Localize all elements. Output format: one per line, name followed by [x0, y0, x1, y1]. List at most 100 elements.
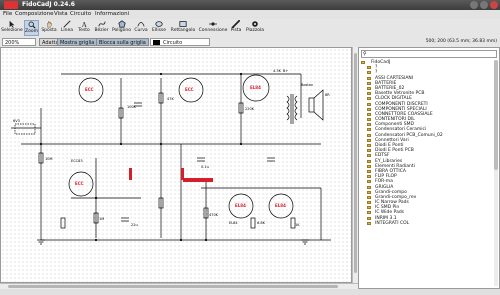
layer-color-swatch — [153, 40, 160, 45]
window-title: FidoCadJ 0.24.6 — [22, 1, 75, 8]
folder-icon — [367, 149, 371, 153]
curve-icon — [137, 22, 145, 27]
menu-composizione[interactable]: Composizione — [15, 10, 53, 19]
tool-linea[interactable]: Linea — [59, 20, 75, 36]
folder-icon — [367, 97, 371, 101]
tool-pista[interactable]: Pista — [229, 20, 243, 36]
tool-bezier[interactable]: Bézier — [93, 20, 110, 36]
library-panel: ⚲ FidoCadJ ?? ASSI CARTESIANI BATTERIE BATT… — [358, 47, 500, 289]
toolbar: Selezione Zoom Sposta Linea A Testo Bézi… — [0, 19, 500, 38]
zoom-select[interactable]: 200% — [2, 38, 36, 46]
svg-text:EL84: EL84 — [250, 85, 261, 90]
svg-text:ECC: ECC — [185, 87, 194, 92]
tool-connessione[interactable]: Connessione — [198, 20, 228, 36]
menu-informazioni[interactable]: Informazioni — [95, 10, 129, 19]
library-scroll-thumb[interactable] — [494, 60, 498, 170]
svg-text:6V3: 6V3 — [13, 119, 20, 123]
tool-poligono[interactable]: Poligono — [111, 20, 132, 36]
library-item[interactable]: INTEGRATI COL — [361, 221, 491, 226]
tool-ellisse[interactable]: Ellisse — [150, 20, 168, 36]
menu-circuito[interactable]: Circuito — [70, 10, 91, 19]
drawing-canvas[interactable]: ECC ECC EL84 ECC EL84 EL84 B+ Boston 4.3… — [0, 47, 352, 283]
folder-icon — [367, 180, 371, 184]
menu-bar: File Composizione Vista Circuito Informa… — [0, 10, 500, 19]
folder-icon — [367, 138, 371, 142]
ellipse-icon — [155, 21, 163, 27]
folder-icon — [361, 61, 365, 64]
folder-icon — [367, 102, 371, 106]
folder-icon — [367, 112, 371, 116]
tool-zoom[interactable]: Zoom — [24, 20, 39, 36]
folder-icon — [367, 159, 371, 163]
folder-icon — [367, 92, 371, 96]
svg-text:47K: 47K — [167, 97, 174, 101]
canvas-vertical-scroll-thumb[interactable] — [354, 53, 357, 273]
bezier-icon — [97, 21, 106, 27]
tool-selezione[interactable]: Selezione — [1, 20, 23, 36]
polygon-icon — [117, 20, 126, 28]
library-search-input[interactable]: ⚲ — [361, 50, 497, 58]
svg-text:ECC83: ECC83 — [71, 159, 83, 163]
folder-icon — [367, 76, 371, 80]
text-icon: A — [82, 21, 88, 28]
tool-piazzola[interactable]: Piazzola — [244, 20, 266, 36]
menu-file[interactable]: File — [3, 10, 12, 19]
folder-icon — [367, 195, 371, 199]
svg-text:EL84: EL84 — [275, 203, 286, 208]
folder-icon — [367, 201, 371, 205]
minimize-button[interactable] — [470, 1, 478, 9]
tool-curva[interactable]: Curva — [133, 20, 149, 36]
folder-icon — [367, 144, 371, 147]
show-grid-toggle[interactable]: Mostra griglia — [57, 38, 98, 46]
zoom-icon — [28, 21, 36, 29]
folder-icon — [367, 216, 371, 220]
tool-sposta[interactable]: Sposta — [40, 20, 58, 36]
svg-text:6.8K: 6.8K — [257, 221, 266, 225]
snap-grid-toggle[interactable]: Blocca sulla griglia — [96, 38, 149, 46]
folder-icon — [367, 169, 371, 173]
svg-text:1M: 1M — [99, 217, 104, 221]
folder-icon — [367, 175, 371, 179]
svg-text:EL84: EL84 — [229, 221, 238, 225]
svg-text:Boston: Boston — [301, 83, 313, 87]
folder-icon — [367, 118, 371, 122]
tool-rettangolo[interactable]: Rettangolo — [169, 20, 197, 36]
svg-text:470K: 470K — [209, 213, 219, 217]
svg-text:22u: 22u — [131, 223, 138, 227]
folder-icon — [367, 66, 371, 70]
folder-icon — [367, 133, 371, 137]
svg-text:0.1u: 0.1u — [201, 165, 209, 169]
maximize-button[interactable] — [480, 1, 488, 9]
status-bar — [0, 289, 500, 295]
library-scrollbar[interactable] — [494, 60, 498, 286]
svg-text:ECC: ECC — [75, 181, 84, 186]
coordinates-readout: 500; 200 (63.5 mm; 36.83 mm) — [358, 37, 500, 47]
folder-icon — [367, 123, 371, 127]
layer-select[interactable]: Circuito — [150, 38, 210, 46]
tool-testo[interactable]: A Testo — [76, 20, 92, 36]
folder-icon — [367, 211, 371, 215]
hand-icon — [47, 21, 52, 28]
canvas-horizontal-scroll-thumb[interactable] — [8, 285, 338, 288]
arrow-icon — [9, 20, 15, 28]
folder-icon — [367, 154, 371, 158]
app-icon — [4, 1, 18, 9]
track-icon — [232, 20, 240, 28]
menu-vista[interactable]: Vista — [54, 10, 68, 19]
title-bar: FidoCadJ 0.24.6 — [0, 0, 500, 10]
folder-icon — [367, 107, 371, 111]
svg-text:10M: 10M — [45, 157, 52, 161]
svg-text:1K: 1K — [295, 223, 300, 227]
options-bar: 200% Adatta Mostra griglia Blocca sulla … — [0, 37, 358, 47]
svg-text:B+: B+ — [283, 69, 288, 73]
pad-icon — [252, 21, 258, 27]
svg-text:A: A — [82, 21, 88, 28]
close-button[interactable] — [490, 1, 498, 9]
folder-icon — [367, 128, 371, 132]
folder-icon — [367, 71, 371, 75]
svg-text:100K: 100K — [127, 105, 137, 109]
line-icon — [63, 20, 71, 28]
schematic-drawing: ECC ECC EL84 ECC EL84 EL84 B+ Boston 4.3… — [11, 69, 331, 245]
svg-text:EL84: EL84 — [235, 203, 246, 208]
library-tree: FidoCadJ ?? ASSI CARTESIANI BATTERIE BATTER… — [361, 60, 491, 226]
